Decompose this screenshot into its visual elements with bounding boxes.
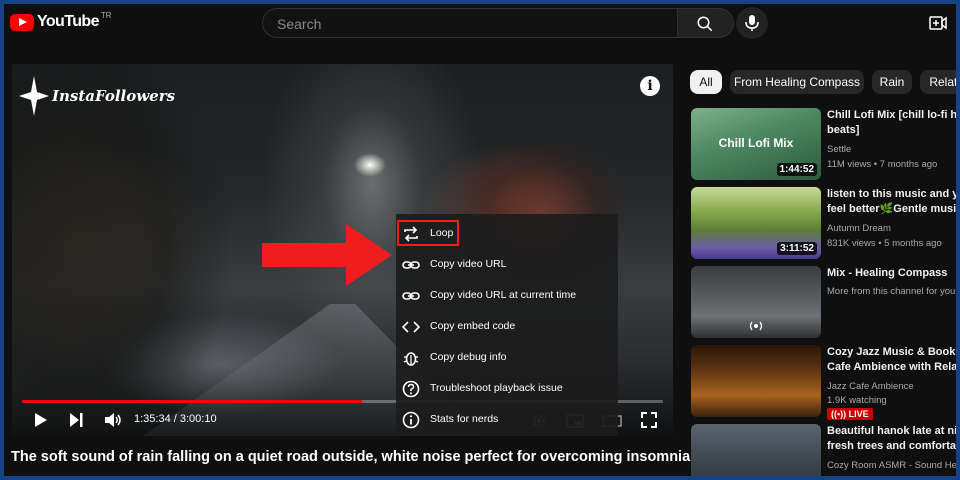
country-code: TR: [100, 10, 112, 20]
channel-name[interactable]: Settle: [827, 144, 956, 155]
thumbnail-text: Chill Lofi Mix: [718, 136, 794, 150]
chip-from-healing-compass[interactable]: From Healing Compass: [730, 70, 864, 94]
video-title-line[interactable]: Chill Lofi Mix [chill lo-fi hip: [827, 108, 956, 124]
youtube-window: YouTube TR InstaFollowers i: [4, 4, 956, 476]
voice-search-button[interactable]: [736, 7, 768, 39]
info-icon[interactable]: i: [640, 76, 660, 96]
thumbnail[interactable]: Chill Lofi Mix 1:44:52: [691, 108, 821, 180]
menu-item-label: Loop: [430, 227, 454, 239]
menu-item-label: Copy video URL: [430, 258, 507, 270]
video-title-line[interactable]: Cozy Jazz Music & Bookst: [827, 345, 956, 361]
menu-item-label: Stats for nerds: [430, 413, 499, 425]
menu-item-copy-video-url[interactable]: Copy video URL: [396, 251, 618, 279]
viewer-count: 1.9K watching: [827, 395, 887, 406]
video-title-line[interactable]: Mix - Healing Compass: [827, 266, 956, 282]
duration-badge: 3:11:52: [777, 242, 817, 255]
menu-item-loop[interactable]: Loop: [396, 220, 618, 248]
menu-item-label: Troubleshoot playback issue: [430, 382, 563, 394]
menu-item-stats-for-nerds[interactable]: Stats for nerds: [396, 406, 618, 434]
volume-icon[interactable]: [104, 412, 122, 428]
player-context-menu: Loop Copy video URL Copy video URL at cu…: [396, 214, 618, 436]
menu-item-label: Copy debug info: [430, 351, 507, 363]
chip-related[interactable]: Related: [920, 70, 956, 94]
chip-rain[interactable]: Rain: [872, 70, 912, 94]
code-icon: [402, 321, 420, 333]
play-icon[interactable]: [34, 412, 48, 428]
link-icon: [402, 261, 420, 269]
channel-name[interactable]: More from this channel for you: [827, 286, 956, 297]
progress-fill: [22, 400, 362, 403]
channel-name[interactable]: Autumn Dream: [827, 223, 956, 234]
video-title-line[interactable]: fresh trees and comfortabl: [827, 439, 956, 455]
video-title-line[interactable]: listen to this music and you: [827, 187, 956, 203]
menu-item-label: Copy video URL at current time: [430, 289, 577, 301]
live-badge: ((•)) LIVE: [827, 408, 873, 420]
recommendation-item[interactable]: Cozy Jazz Music & Bookst Cafe Ambience w…: [691, 345, 956, 420]
video-frame-trees: [12, 64, 252, 436]
youtube-wordmark: YouTube: [37, 13, 99, 30]
create-video-icon[interactable]: [929, 15, 947, 31]
watermark-text: InstaFollowers: [52, 87, 176, 105]
loop-icon: [404, 226, 418, 242]
red-arrow-annotation: [262, 224, 392, 286]
thumbnail[interactable]: 3:11:52: [691, 187, 821, 259]
video-title-line[interactable]: beats]: [827, 123, 956, 139]
video-meta: 11M views • 7 months ago: [827, 159, 938, 170]
video-title: The soft sound of rain falling on a quie…: [11, 449, 691, 465]
watermark-logo-icon: [19, 76, 49, 116]
recommendation-item[interactable]: 3:11:52 listen to this music and you fee…: [691, 187, 956, 261]
fullscreen-icon[interactable]: [641, 412, 657, 428]
thumbnail[interactable]: [691, 345, 821, 417]
live-label: LIVE: [848, 409, 869, 419]
channel-name[interactable]: Cozy Room ASMR - Sound Hea: [827, 460, 956, 471]
menu-item-label: Copy embed code: [430, 320, 516, 332]
thumbnail[interactable]: [691, 266, 821, 338]
menu-item-troubleshoot[interactable]: Troubleshoot playback issue: [396, 375, 618, 403]
video-title-line[interactable]: Beautiful hanok late at nigh: [827, 424, 956, 440]
masthead: YouTube TR: [4, 4, 956, 44]
video-player[interactable]: InstaFollowers i 1:35:34 / 3:00:10 Loop: [12, 64, 673, 436]
search-icon: [697, 16, 713, 32]
time-display: 1:35:34 / 3:00:10: [134, 413, 217, 425]
search-box[interactable]: [262, 8, 678, 38]
live-mix-icon: [749, 321, 763, 331]
channel-name[interactable]: Jazz Cafe Ambience: [827, 381, 956, 392]
youtube-logo[interactable]: YouTube TR: [10, 10, 112, 31]
youtube-play-icon: [10, 13, 34, 31]
search-input[interactable]: [275, 15, 659, 33]
info-icon: [402, 411, 420, 429]
search-button[interactable]: [678, 8, 734, 38]
channel-watermark: InstaFollowers: [18, 74, 175, 118]
video-title-line[interactable]: feel better🌿Gentle music o: [827, 202, 956, 218]
chip-all[interactable]: All: [690, 70, 722, 94]
recommendation-item[interactable]: Mix - Healing Compass More from this cha…: [691, 266, 956, 340]
duration-badge: 1:44:52: [776, 163, 817, 176]
menu-item-copy-debug-info[interactable]: Copy debug info: [396, 344, 618, 372]
bug-icon: [403, 352, 419, 366]
next-icon[interactable]: [69, 412, 83, 428]
video-title-line[interactable]: Cafe Ambience with Relaxi: [827, 360, 956, 376]
live-dot-icon: ((•)): [831, 409, 849, 419]
recommendation-item[interactable]: Beautiful hanok late at nigh fresh trees…: [691, 424, 956, 476]
microphone-icon: [745, 15, 759, 31]
question-icon: [402, 380, 420, 398]
thumbnail[interactable]: [691, 424, 821, 476]
menu-item-copy-url-at-time[interactable]: Copy video URL at current time: [396, 282, 618, 310]
link-icon: [402, 292, 420, 300]
recommendation-item[interactable]: Chill Lofi Mix 1:44:52 Chill Lofi Mix [c…: [691, 108, 956, 182]
video-meta: 831K views • 5 months ago: [827, 238, 942, 249]
menu-item-copy-embed-code[interactable]: Copy embed code: [396, 313, 618, 341]
filter-chips: All From Healing Compass Rain Related: [690, 70, 956, 94]
